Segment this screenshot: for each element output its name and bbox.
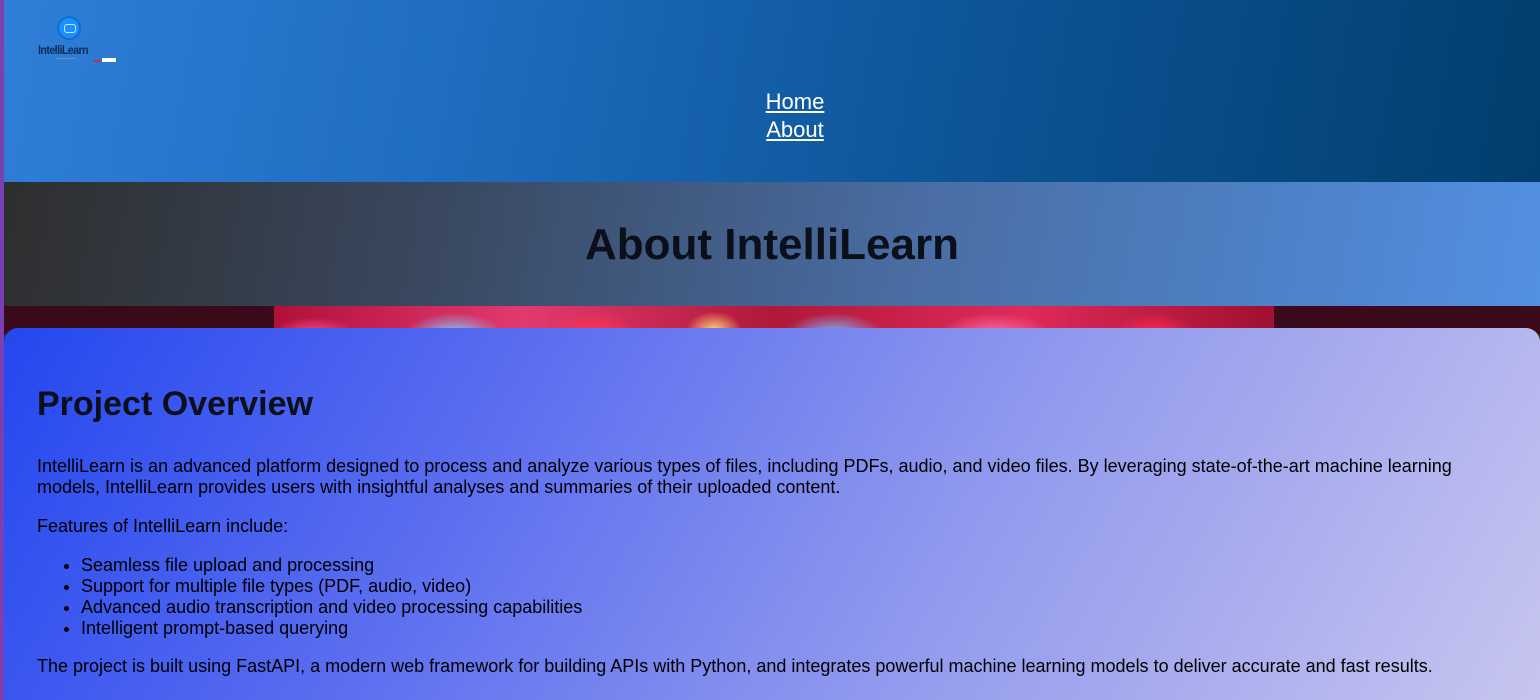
list-item: Seamless file upload and processing bbox=[81, 555, 1507, 576]
features-intro: Features of IntelliLearn include: bbox=[37, 516, 289, 536]
site-header: IntelliLearn Home About bbox=[4, 0, 1540, 182]
nav-link-home[interactable]: Home bbox=[4, 88, 1540, 116]
page: IntelliLearn Home About About IntelliLea… bbox=[4, 0, 1540, 700]
closing-paragraph: The project is built using FastAPI, a mo… bbox=[37, 656, 1433, 676]
page-title: About IntelliLearn bbox=[585, 220, 959, 269]
logo-accent-white bbox=[102, 58, 116, 62]
section-heading: Project Overview bbox=[37, 385, 313, 423]
content-card: Project Overview IntelliLearn is an adva… bbox=[4, 328, 1540, 700]
features-list: Seamless file upload and processing Supp… bbox=[81, 555, 1507, 639]
logo-tagline-line bbox=[56, 58, 76, 59]
intro-paragraph: IntelliLearn is an advanced platform des… bbox=[37, 456, 1452, 497]
nav-link-about[interactable]: About bbox=[4, 116, 1540, 144]
list-item: Support for multiple file types (PDF, au… bbox=[81, 576, 1507, 597]
main-nav: Home About bbox=[4, 88, 1540, 144]
logo-text: IntelliLearn bbox=[38, 43, 89, 57]
brain-chip-icon bbox=[57, 16, 81, 40]
logo-accent-red bbox=[94, 60, 100, 62]
list-item: Advanced audio transcription and video p… bbox=[81, 597, 1507, 618]
hero-banner: About IntelliLearn bbox=[4, 182, 1540, 306]
list-item: Intelligent prompt-based querying bbox=[81, 618, 1507, 639]
site-logo[interactable]: IntelliLearn bbox=[36, 14, 120, 64]
